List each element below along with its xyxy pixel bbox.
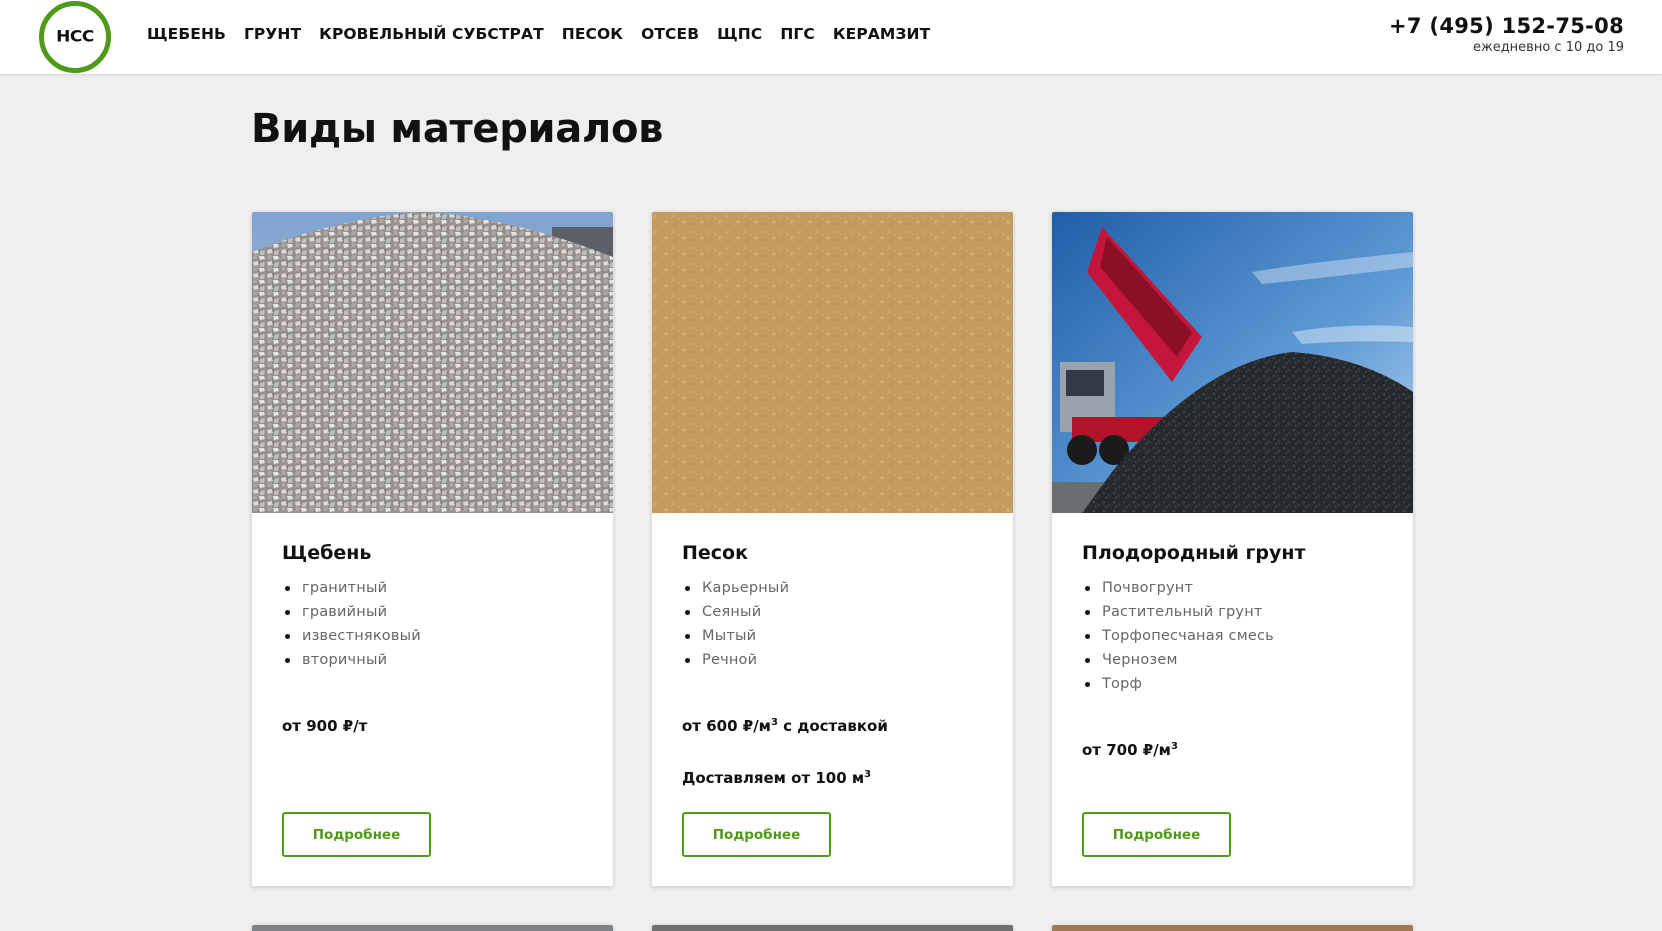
card-features: Карьерный Сеяный Мытый Речной bbox=[682, 576, 789, 672]
card-title: Песок bbox=[682, 542, 748, 564]
delivery-note: Доставляем от 100 м3 bbox=[682, 769, 872, 787]
card-image-next bbox=[652, 925, 1013, 931]
card-image-gravel bbox=[252, 212, 613, 513]
nav-item-shchps[interactable]: ЩПС bbox=[717, 25, 762, 43]
list-item: Мытый bbox=[682, 624, 789, 648]
card-price: от 900 ₽/т bbox=[282, 717, 368, 735]
card-features: Почвогрунт Растительный грунт Торфопесча… bbox=[1082, 576, 1274, 696]
card-image-next bbox=[1052, 925, 1413, 931]
material-card-next bbox=[1052, 925, 1413, 931]
card-price: от 600 ₽/м3 с доставкой bbox=[682, 717, 888, 735]
details-button[interactable]: Подробнее bbox=[682, 812, 831, 857]
card-image-dump-truck bbox=[1052, 212, 1413, 513]
nav-item-pesok[interactable]: ПЕСОК bbox=[562, 25, 623, 43]
list-item: гранитный bbox=[282, 576, 421, 600]
nav-item-grunt[interactable]: ГРУНТ bbox=[244, 25, 301, 43]
card-image-next bbox=[252, 925, 613, 931]
material-card-shcheben: Щебень гранитный гравийный известняковый… bbox=[252, 212, 613, 886]
details-button[interactable]: Подробнее bbox=[1082, 812, 1231, 857]
phone-link[interactable]: +7 (495) 152-75-08 bbox=[1389, 14, 1624, 38]
material-card-next bbox=[252, 925, 613, 931]
nav-item-keramzit[interactable]: КЕРАМЗИТ bbox=[833, 25, 930, 43]
list-item: вторичный bbox=[282, 648, 421, 672]
section-title: Виды материалов bbox=[251, 106, 664, 152]
list-item: гравийный bbox=[282, 600, 421, 624]
card-features: гранитный гравийный известняковый вторич… bbox=[282, 576, 421, 672]
list-item: Торфопесчаная смесь bbox=[1082, 624, 1274, 648]
nav-item-shcheben[interactable]: ЩЕБЕНЬ bbox=[147, 25, 226, 43]
card-price: от 700 ₽/м3 bbox=[1082, 741, 1178, 759]
contacts: +7 (495) 152-75-08 ежедневно с 10 до 19 bbox=[1389, 14, 1624, 55]
material-card-plodorodnyi-grunt: Плодородный грунт Почвогрунт Растительны… bbox=[1052, 212, 1413, 886]
material-card-next bbox=[652, 925, 1013, 931]
list-item: Сеяный bbox=[682, 600, 789, 624]
list-item: Торф bbox=[1082, 672, 1274, 696]
list-item: Почвогрунт bbox=[1082, 576, 1274, 600]
logo[interactable]: НСС bbox=[39, 1, 111, 73]
card-title: Плодородный грунт bbox=[1082, 542, 1306, 564]
main-nav: ЩЕБЕНЬ ГРУНТ КРОВЕЛЬНЫЙ СУБСТРАТ ПЕСОК О… bbox=[147, 25, 930, 43]
list-item: Речной bbox=[682, 648, 789, 672]
list-item: известняковый bbox=[282, 624, 421, 648]
logo-text: НСС bbox=[56, 27, 94, 47]
nav-item-krovelnyi-substrat[interactable]: КРОВЕЛЬНЫЙ СУБСТРАТ bbox=[319, 25, 544, 43]
nav-item-pgs[interactable]: ПГС bbox=[780, 25, 815, 43]
card-image-sand bbox=[652, 212, 1013, 513]
list-item: Чернозем bbox=[1082, 648, 1274, 672]
list-item: Растительный грунт bbox=[1082, 600, 1274, 624]
list-item: Карьерный bbox=[682, 576, 789, 600]
site-header: НСС ЩЕБЕНЬ ГРУНТ КРОВЕЛЬНЫЙ СУБСТРАТ ПЕС… bbox=[0, 0, 1662, 75]
nav-item-otsev[interactable]: ОТСЕВ bbox=[641, 25, 699, 43]
card-title: Щебень bbox=[282, 542, 372, 564]
details-button[interactable]: Подробнее bbox=[282, 812, 431, 857]
material-card-pesok: Песок Карьерный Сеяный Мытый Речной от 6… bbox=[652, 212, 1013, 886]
working-hours: ежедневно с 10 до 19 bbox=[1472, 40, 1624, 55]
